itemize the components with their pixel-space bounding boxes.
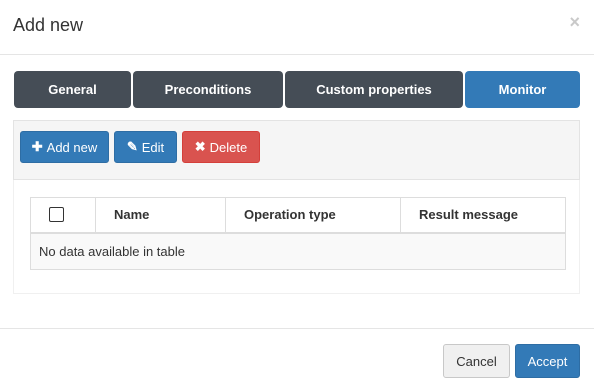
dialog-header: Add new × (0, 0, 594, 55)
dialog-title: Add new (13, 15, 84, 35)
column-header-name[interactable]: Name (95, 197, 226, 234)
monitor-table: Name Operation type Result message No da… (30, 197, 566, 270)
add-new-button[interactable]: ✚ Add new (20, 131, 109, 163)
toolbar: ✚ Add new ✎ Edit ✖ Delete (13, 120, 580, 180)
monitor-table-panel: Name Operation type Result message No da… (13, 180, 580, 294)
x-icon: ✖ (194, 139, 206, 154)
select-all-checkbox[interactable] (49, 207, 64, 223)
table-header-row: Name Operation type Result message (30, 197, 566, 234)
edit-label: Edit (141, 139, 165, 155)
tab-general[interactable]: General (14, 71, 131, 108)
tab-monitor[interactable]: Monitor (465, 71, 580, 108)
pencil-icon: ✎ (126, 139, 138, 154)
delete-button[interactable]: ✖ Delete (182, 131, 260, 163)
column-header-result-message[interactable]: Result message (400, 197, 566, 234)
table-row: No data available in table (30, 232, 566, 270)
column-header-operation-type[interactable]: Operation type (225, 197, 401, 234)
accept-button[interactable]: Accept (515, 344, 580, 378)
add-new-label: Add new (46, 139, 98, 155)
footer-divider (0, 328, 594, 329)
tab-custom-properties[interactable]: Custom properties (285, 71, 463, 108)
delete-label: Delete (209, 139, 248, 155)
tab-preconditions[interactable]: Preconditions (133, 71, 283, 108)
plus-icon: ✚ (31, 139, 43, 154)
edit-button[interactable]: ✎ Edit (114, 131, 177, 163)
close-icon[interactable]: × (569, 12, 580, 32)
add-new-dialog: Add new × General Preconditions Custom p… (0, 0, 594, 390)
select-all-header (30, 197, 96, 234)
cancel-button[interactable]: Cancel (443, 344, 510, 378)
empty-table-message: No data available in table (30, 232, 566, 270)
